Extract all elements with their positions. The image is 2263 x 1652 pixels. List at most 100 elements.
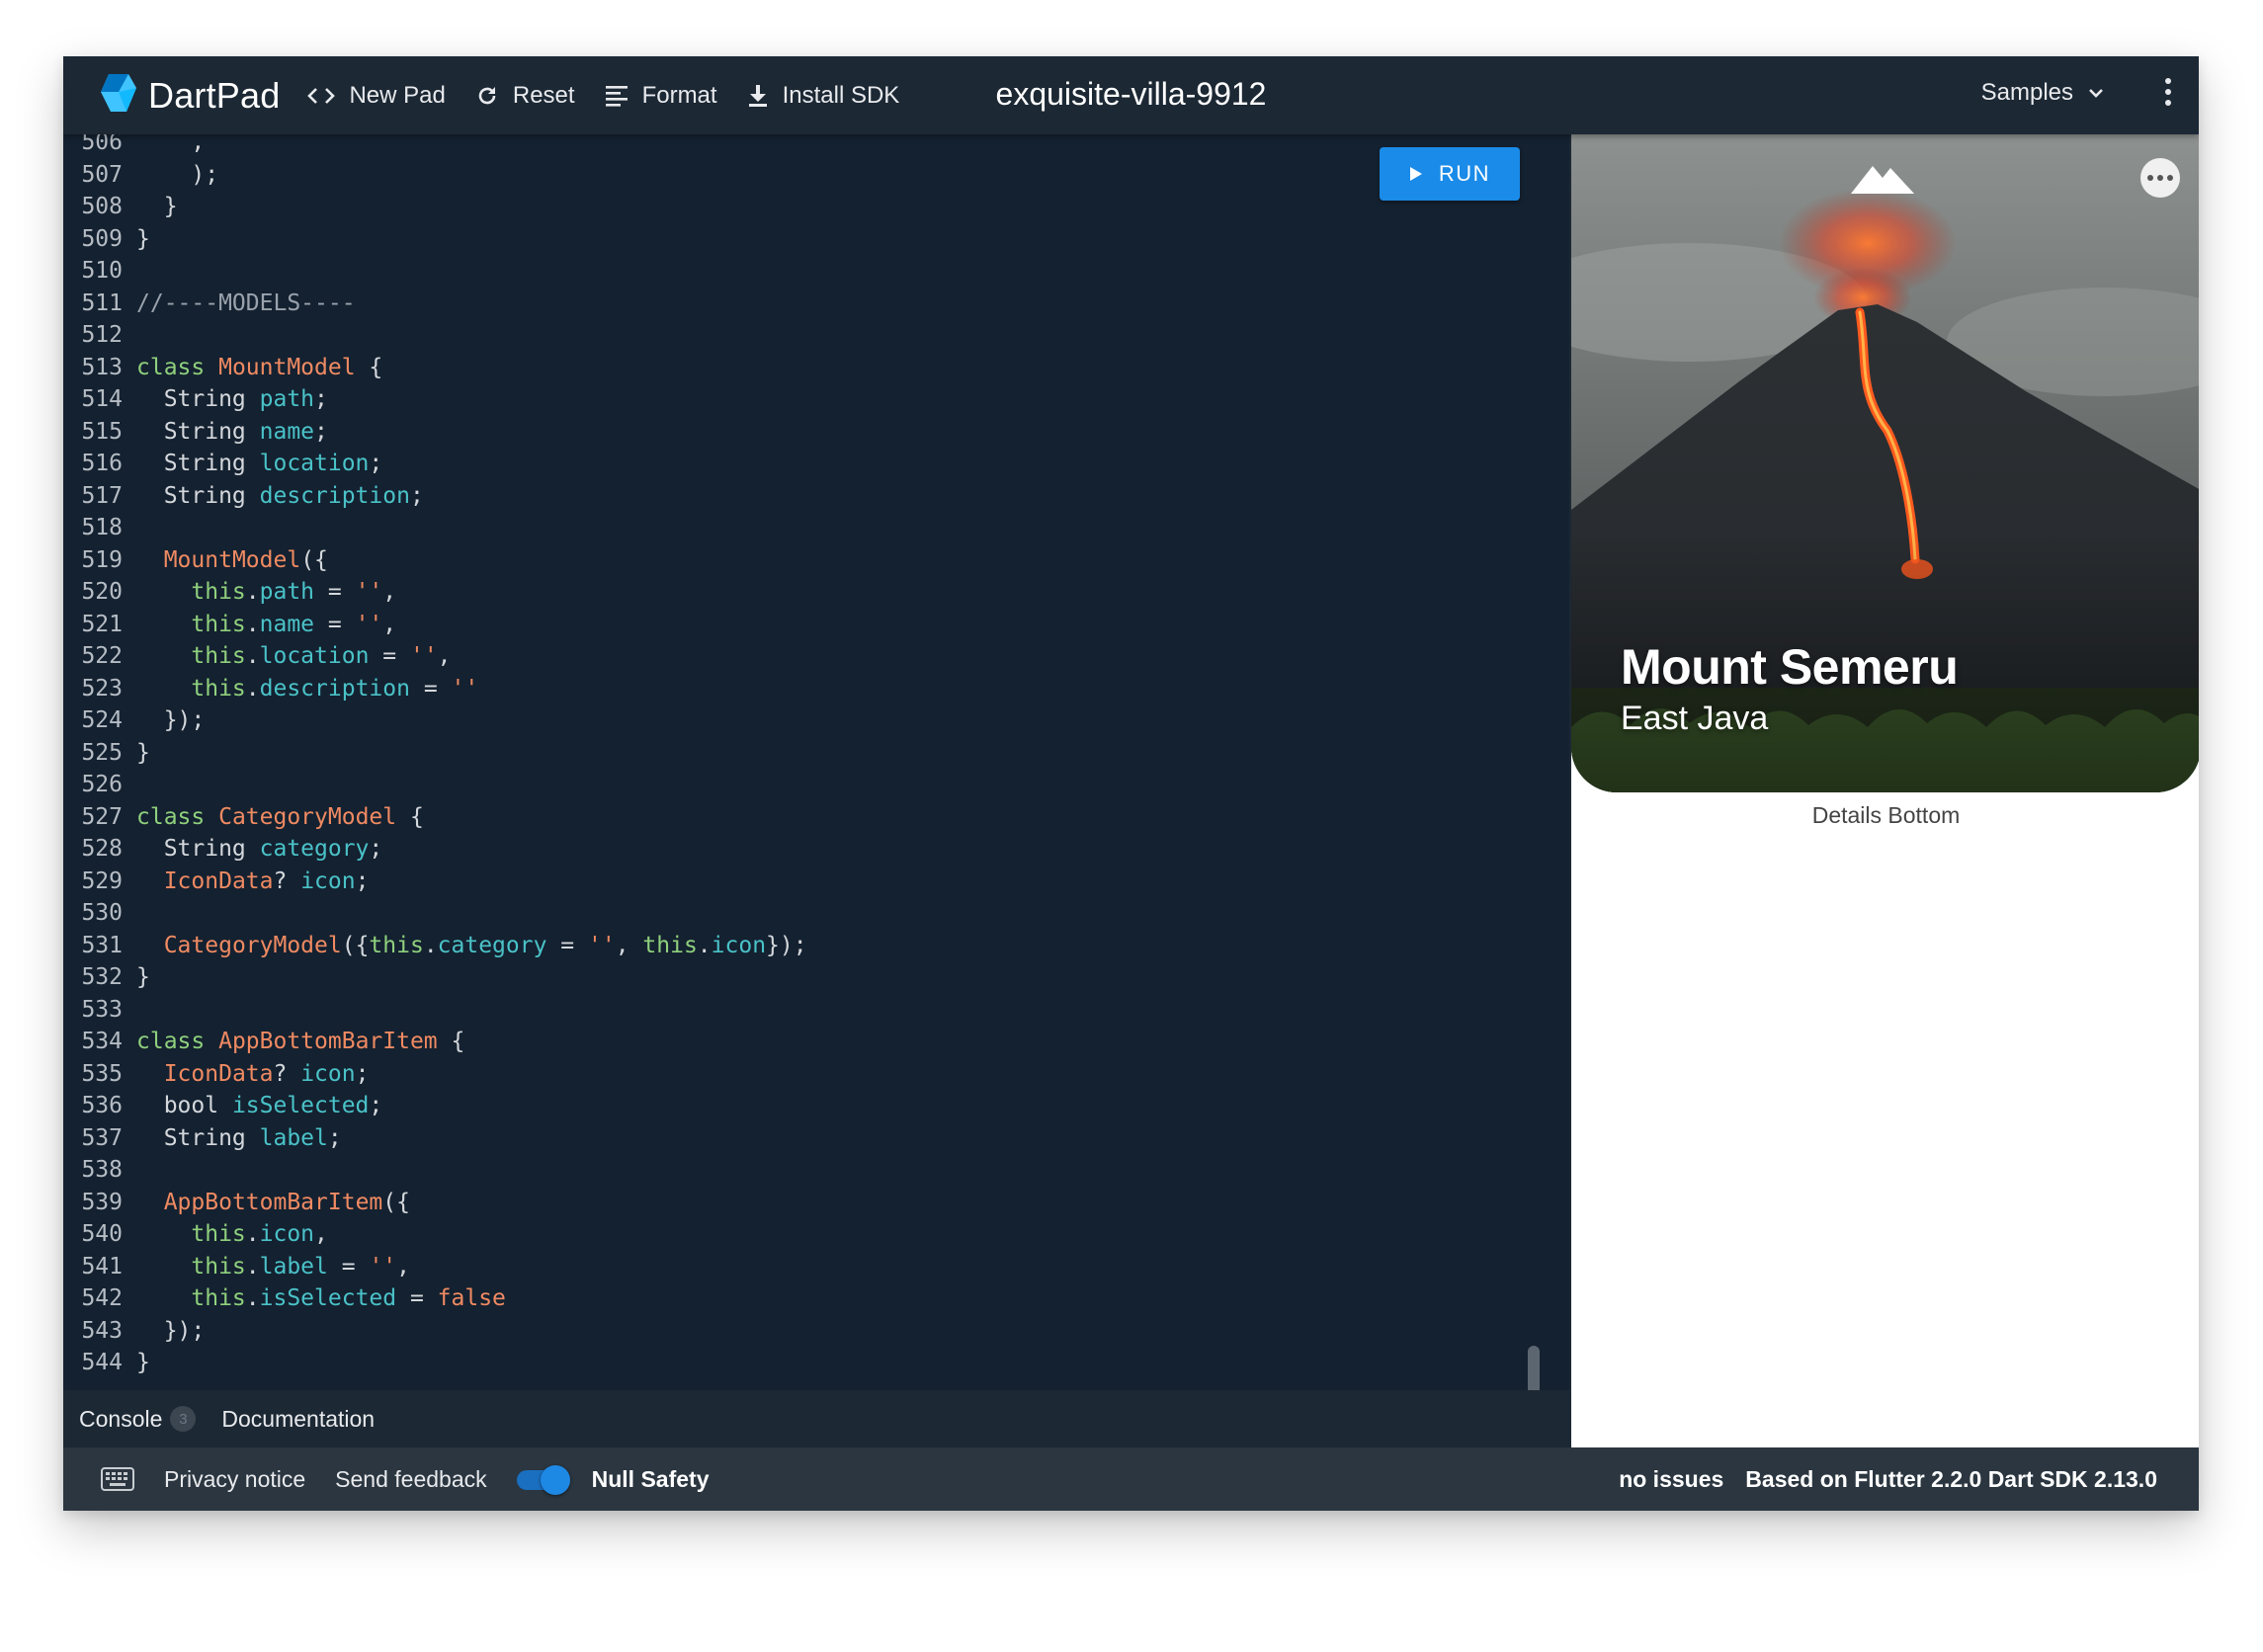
code-line[interactable]: 544} — [63, 1347, 807, 1379]
code-token: ; — [314, 418, 328, 445]
code-line[interactable]: 513 class MountModel { — [63, 352, 807, 384]
code-token: this — [369, 932, 424, 958]
code-lines[interactable]: 506 , 507 ); 508 } 509} 510 511//----MODELS--… — [63, 134, 807, 1379]
code-token: category — [259, 836, 370, 862]
dartpad-logo[interactable]: DartPad — [99, 72, 280, 119]
privacy-notice-link[interactable]: Privacy notice — [164, 1466, 305, 1493]
code-line[interactable]: 516 String location; — [63, 448, 807, 480]
code-line[interactable]: 537 String label; — [63, 1122, 807, 1155]
code-token: ({ — [341, 932, 370, 958]
status-info: no issues Based on Flutter 2.2.0 Dart SD… — [1619, 1466, 2157, 1493]
code-line[interactable]: 510 — [63, 255, 807, 288]
line-number: 536 — [81, 1093, 123, 1118]
code-line[interactable]: 506 , — [63, 134, 807, 159]
code-line[interactable]: 518 — [63, 512, 807, 544]
code-token: path — [259, 386, 315, 412]
code-line[interactable]: 517 String description; — [63, 480, 807, 513]
code-token: ? — [273, 1060, 301, 1087]
code-line[interactable]: 515 String name; — [63, 416, 807, 449]
code-line[interactable]: 512 — [63, 319, 807, 352]
code-line[interactable]: 538 — [63, 1154, 807, 1187]
more-horizontal-icon[interactable] — [2140, 158, 2180, 198]
code-line[interactable]: 525} — [63, 737, 807, 770]
code-token: , — [396, 1253, 410, 1280]
code-line[interactable]: 524 }); — [63, 704, 807, 737]
code-line[interactable]: 523 this.description = '' — [63, 673, 807, 705]
code-line[interactable]: 540 this.icon, — [63, 1218, 807, 1251]
null-safety-toggle[interactable] — [516, 1465, 574, 1495]
code-line[interactable]: 519 MountModel({ — [63, 544, 807, 577]
code-line[interactable]: 526 — [63, 769, 807, 801]
code-line[interactable]: 507 ); — [63, 159, 807, 192]
code-line[interactable]: 534 class AppBottomBarItem { — [63, 1026, 807, 1058]
line-number: 535 — [81, 1060, 123, 1087]
code-token: this — [191, 1253, 246, 1280]
code-token: , — [191, 134, 206, 155]
line-number: 543 — [81, 1317, 123, 1344]
tab-console[interactable]: Console 3 — [79, 1406, 197, 1433]
line-number: 533 — [81, 996, 123, 1023]
code-line[interactable]: 514 String path; — [63, 383, 807, 416]
code-editor[interactable]: 506 , 507 ); 508 } 509} 510 511//----MODELS--… — [63, 134, 1569, 1447]
keyboard-icon[interactable] — [101, 1467, 134, 1491]
line-number: 542 — [81, 1285, 123, 1311]
code-line[interactable]: 532} — [63, 961, 807, 994]
code-token: icon — [300, 867, 356, 894]
kebab-menu-icon[interactable] — [2165, 78, 2171, 106]
code-token: icon — [711, 932, 767, 958]
play-icon — [1409, 166, 1423, 182]
code-line[interactable]: 508 } — [63, 191, 807, 223]
line-number: 531 — [81, 932, 123, 958]
line-number: 510 — [81, 258, 123, 284]
code-token: , — [382, 611, 397, 637]
new-pad-button[interactable]: New Pad — [307, 81, 446, 110]
install-sdk-button[interactable]: Install SDK — [747, 82, 899, 110]
code-line[interactable]: 539 AppBottomBarItem({ — [63, 1187, 807, 1219]
code-line[interactable]: 542 this.isSelected = false — [63, 1282, 807, 1315]
code-token: = — [396, 1285, 438, 1311]
code-line[interactable]: 536 bool isSelected; — [63, 1090, 807, 1122]
code-token: String — [136, 418, 260, 445]
code-token: = — [369, 643, 410, 669]
code-line[interactable]: 541 this.label = '', — [63, 1251, 807, 1283]
code-line[interactable]: 529 IconData? icon; — [63, 866, 807, 898]
samples-dropdown[interactable]: Samples — [1981, 79, 2105, 107]
line-number: 521 — [81, 611, 123, 637]
code-token: icon — [259, 1221, 315, 1247]
send-feedback-link[interactable]: Send feedback — [335, 1466, 486, 1493]
code-line[interactable]: 528 String category; — [63, 833, 807, 866]
code-line[interactable]: 521 this.name = '', — [63, 609, 807, 641]
code-line[interactable]: 527 class CategoryModel { — [63, 801, 807, 834]
code-token: . — [697, 932, 712, 958]
code-line[interactable]: 535 IconData? icon; — [63, 1058, 807, 1091]
mountain-card[interactable]: Mount Semeru East Java — [1571, 134, 2199, 792]
code-line[interactable]: 522 this.location = '', — [63, 640, 807, 673]
code-token: String — [136, 1124, 260, 1151]
code-line[interactable]: 533 — [63, 994, 807, 1027]
run-button[interactable]: RUN — [1380, 147, 1520, 201]
new-pad-label: New Pad — [349, 81, 446, 109]
line-number: 524 — [81, 707, 123, 733]
code-token: icon — [300, 1060, 356, 1087]
code-token: ; — [355, 867, 370, 894]
reset-button[interactable]: Reset — [475, 82, 575, 110]
code-line[interactable]: 543 }); — [63, 1315, 807, 1348]
code-line[interactable]: 531 CategoryModel({this.category = '', t… — [63, 930, 806, 962]
code-line[interactable]: 509} — [63, 223, 807, 256]
code-line[interactable]: 520 this.path = '', — [63, 576, 807, 609]
format-button[interactable]: Format — [605, 82, 717, 110]
code-line[interactable]: 530 — [63, 897, 807, 930]
tab-documentation[interactable]: Documentation — [221, 1406, 375, 1433]
code-line[interactable]: 511 //----MODELS---- — [63, 288, 807, 320]
code-token: = — [546, 932, 588, 958]
flutter-preview[interactable]: Mount Semeru East Java Details Bottom — [1569, 134, 2199, 1447]
reset-label: Reset — [512, 81, 575, 109]
code-token: IconData — [163, 1060, 274, 1087]
code-token: } — [136, 194, 178, 219]
line-number: 523 — [81, 675, 123, 702]
pad-title[interactable]: exquisite-villa-9912 — [996, 76, 1267, 113]
line-number: 514 — [81, 386, 123, 412]
